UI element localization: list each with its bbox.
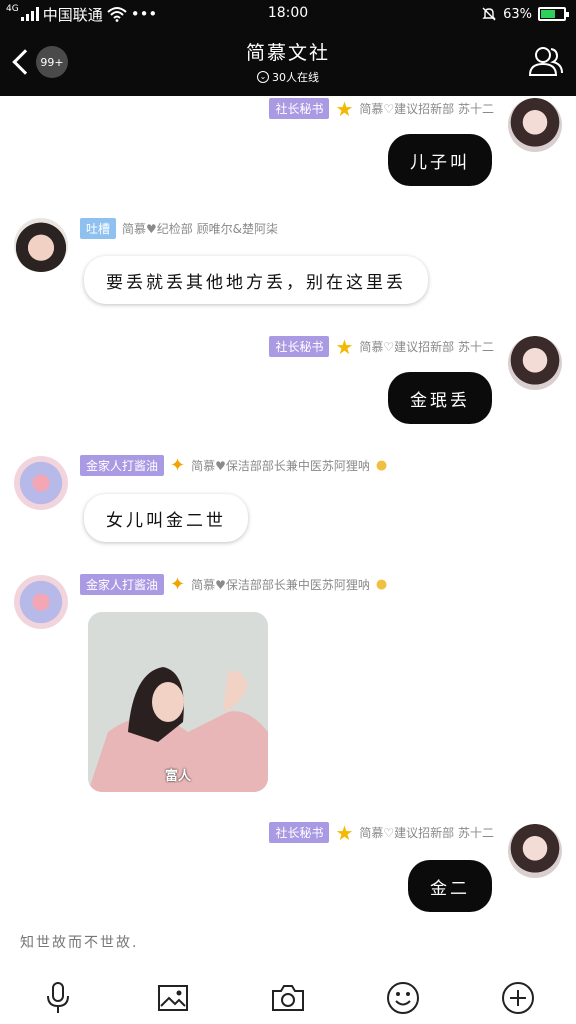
group-members-button[interactable] [526,42,566,82]
message-input[interactable]: 知世故而不世故. [20,932,138,952]
message-meta: 社长秘书 ★ 简慕♡建议招新部 苏十二 [269,336,494,357]
image-button[interactable] [155,980,191,1016]
emoji-button[interactable] [385,980,421,1016]
message-meta: 金家人打酱油 ✦ 简慕♥保洁部部长兼中医苏阿狸呐 ● [80,455,387,476]
group-title: 简慕文社 [245,42,330,64]
input-toolbar [0,972,576,1024]
star-icon: ★ [335,820,354,845]
status-right: 63% [481,4,569,24]
star-icon: ★ [335,334,354,359]
emoji-icon [387,982,420,1014]
message-bubble[interactable]: 金二 [408,860,492,912]
image-icon [157,985,188,1011]
member-tag: 吐槽 [80,218,117,239]
message-meta: 吐槽 简慕♥纪检部 顾唯尔&楚阿柒 [80,218,278,239]
user-icon [528,47,563,76]
member-tag: 金家人打酱油 [80,574,165,595]
chat-header: 99+ 简慕文社 ⌄ 30人在线 [0,28,576,96]
image-caption: 富人 [164,769,191,784]
title-area: 简慕文社 ⌄ 30人在线 [0,38,576,85]
sender-name: 简慕♥保洁部部长兼中医苏阿狸呐 [191,578,370,592]
sender-name: 简慕♥保洁部部长兼中医苏阿狸呐 [191,459,370,473]
message-meta: 社长秘书 ★ 简慕♡建议招新部 苏十二 [269,98,494,119]
sender-name: 简慕♡建议招新部 苏十二 [359,102,494,116]
battery-icon [538,7,569,21]
star-icon: ★ [335,96,354,121]
message-meta: 金家人打酱油 ✦ 简慕♥保洁部部长兼中医苏阿狸呐 ● [80,574,387,595]
silent-bell-icon [482,7,496,21]
avatar[interactable] [508,824,562,878]
message-bubble[interactable]: 要丢就丢其他地方丢，别在这里丢 [84,256,428,304]
online-count: 30人在线 [272,71,319,84]
member-tag: 社长秘书 [269,822,330,843]
microphone-icon [46,982,69,1013]
battery-percent: 63% [503,6,532,22]
sender-name: 简慕♡建议招新部 苏十二 [359,340,494,354]
avatar[interactable] [14,456,68,510]
chevron-down-icon: ⌄ [257,71,269,83]
chick-icon: ● [375,458,388,473]
diamond-icon: ✦ [170,573,186,595]
camera-icon [271,985,304,1011]
sender-name: 简慕♡建议招新部 苏十二 [359,826,494,840]
member-tag: 社长秘书 [269,98,330,119]
member-tag: 金家人打酱油 [80,455,165,476]
message-bubble[interactable]: 金珉丢 [388,372,492,424]
avatar[interactable] [508,98,562,152]
sender-name: 简慕♥纪检部 顾唯尔&楚阿柒 [122,222,278,236]
camera-button[interactable] [270,980,306,1016]
message-bubble[interactable]: 女儿叫金二世 [84,494,248,542]
diamond-icon: ✦ [170,454,186,476]
chick-icon: ● [375,577,388,592]
status-bar: 4G 中国联通 ••• 18:00 63% [0,0,576,28]
online-status: ⌄ 30人在线 [0,69,576,85]
more-button[interactable] [500,980,536,1016]
avatar[interactable] [508,336,562,390]
message-bubble[interactable]: 儿子叫 [388,134,492,186]
member-tag: 社长秘书 [269,336,330,357]
avatar[interactable] [14,218,68,272]
image-message[interactable]: 富人 [88,612,268,792]
voice-button[interactable] [40,980,76,1016]
plus-icon [502,982,535,1014]
message-meta: 社长秘书 ★ 简慕♡建议招新部 苏十二 [269,822,494,843]
avatar[interactable] [14,575,68,629]
